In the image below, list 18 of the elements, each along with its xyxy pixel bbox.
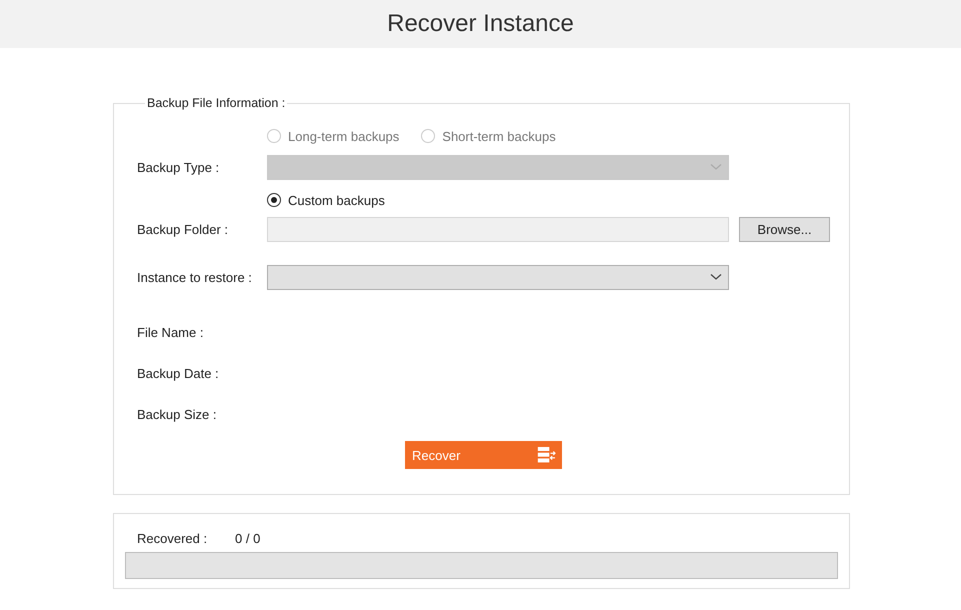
progress-count: 0 / 0 — [235, 530, 260, 546]
chevron-down-icon — [710, 273, 722, 281]
field-label: Instance to restore : — [137, 270, 253, 284]
instance-dropdown[interactable] — [267, 264, 729, 290]
progress-label: Recovered : — [137, 530, 208, 546]
field-label: Backup Folder : — [137, 222, 230, 236]
chevron-down-icon — [710, 163, 722, 171]
field-label: Backup Size : — [137, 407, 218, 422]
page-title: Recover Instance — [387, 10, 574, 38]
browse-button[interactable]: Browse... — [739, 216, 830, 242]
field-label: File Name : — [137, 325, 204, 340]
field-label: Backup Date : — [137, 366, 220, 381]
recover-button[interactable]: Recover — [405, 441, 562, 469]
panel-legend: Backup File Information : — [145, 96, 288, 110]
folder-input-field[interactable] — [267, 216, 729, 242]
list-arrows-icon — [536, 447, 558, 463]
field-label: Backup Type : — [137, 160, 220, 174]
radio-option[interactable]: Custom backups — [267, 192, 385, 208]
